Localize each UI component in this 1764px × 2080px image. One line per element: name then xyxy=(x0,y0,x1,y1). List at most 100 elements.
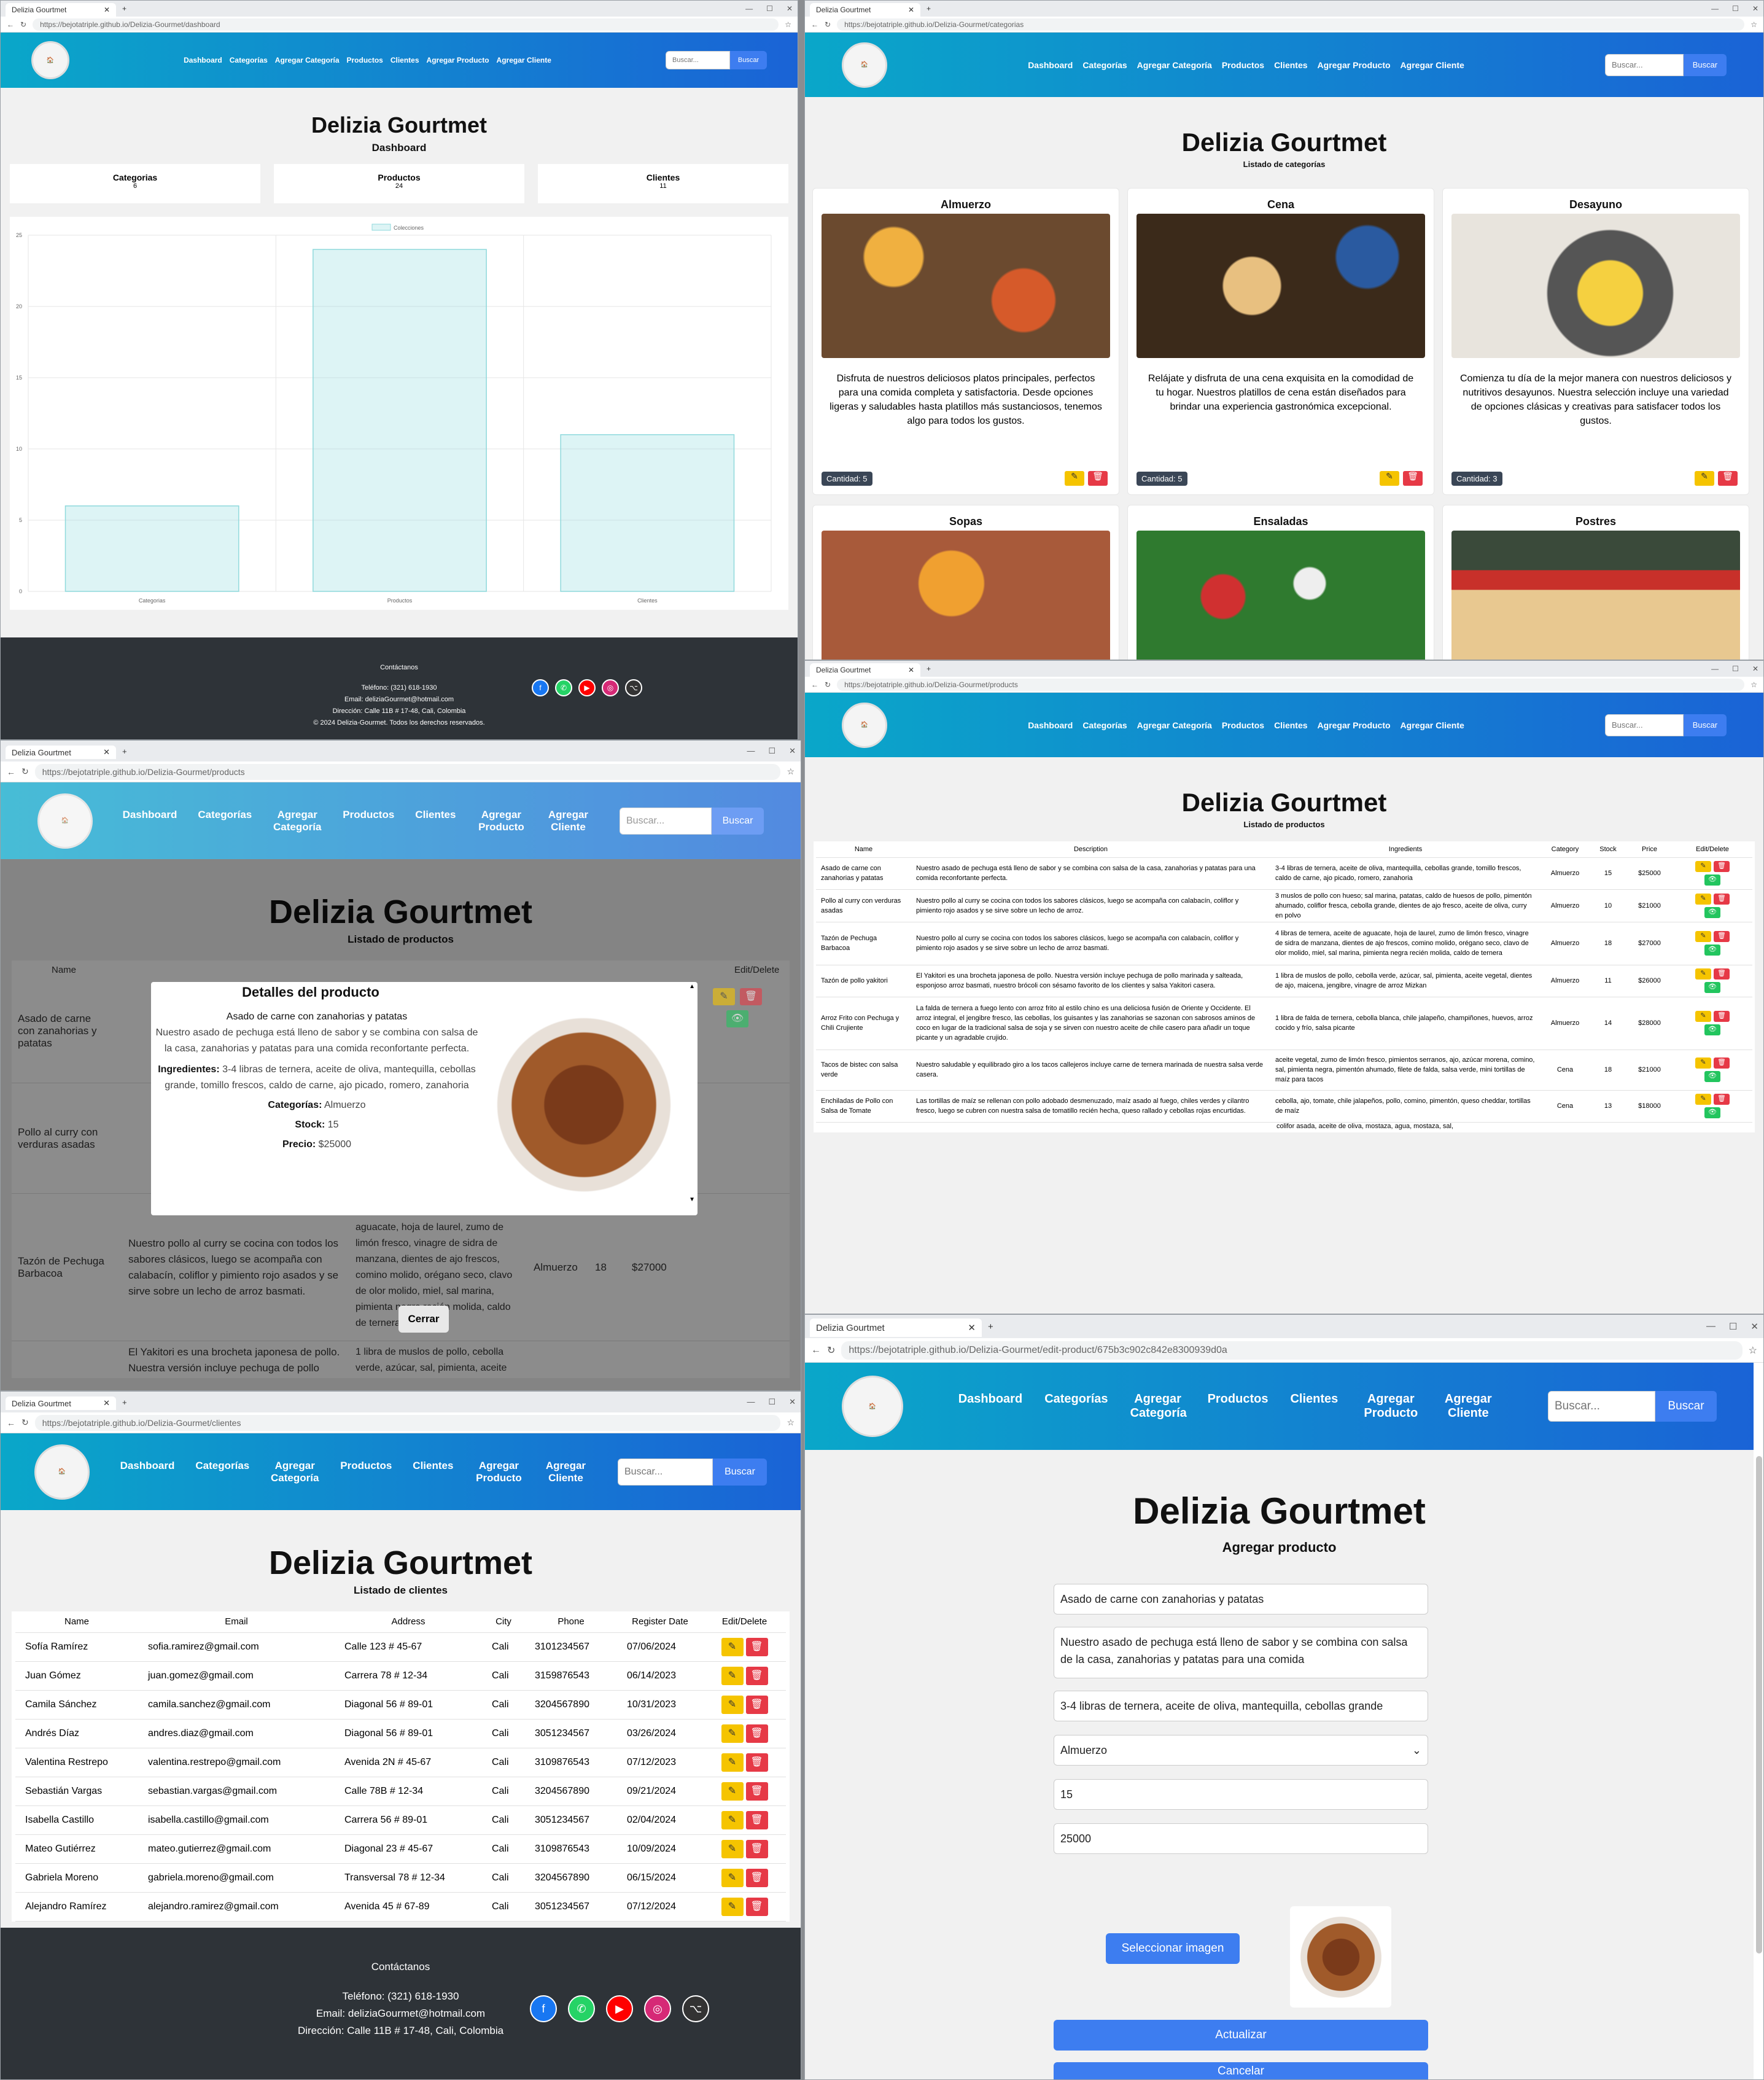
delete-button[interactable]: 🗑 xyxy=(745,1695,768,1714)
browser-tab[interactable]: Delizia Gourtmet ✕ xyxy=(6,3,116,17)
nav-agregar-producto[interactable]: Agregar Producto xyxy=(427,56,489,64)
new-tab-icon[interactable]: + xyxy=(988,1322,993,1332)
delete-button[interactable]: 🗑 xyxy=(745,1839,768,1858)
modal-scroll-up-icon[interactable]: ▲ xyxy=(689,983,695,990)
stock-input[interactable]: 15 xyxy=(1054,1779,1428,1810)
url-field[interactable]: https://bejotatriple.github.io/Delizia-G… xyxy=(841,1341,1743,1360)
whatsapp-icon[interactable]: ✆ xyxy=(568,1995,595,2022)
logo[interactable]: 🏠 xyxy=(37,793,93,849)
delete-button[interactable]: 🗑 xyxy=(1714,1094,1730,1105)
edit-button[interactable]: ✎ xyxy=(721,1839,744,1858)
maximize-icon[interactable]: ☐ xyxy=(768,746,775,756)
edit-button[interactable]: ✎ xyxy=(721,1695,744,1714)
url-field[interactable]: https://bejotatriple.github.io/Delizia-G… xyxy=(837,18,1745,31)
new-tab-icon[interactable]: + xyxy=(927,664,931,673)
edit-button[interactable]: ✎ xyxy=(721,1782,744,1801)
search-button[interactable]: Buscar xyxy=(1655,1391,1717,1422)
youtube-icon[interactable]: ▶ xyxy=(606,1995,633,2022)
facebook-icon[interactable]: f xyxy=(532,679,549,696)
nav-categorias[interactable]: Categorías xyxy=(195,1460,249,1484)
close-window-icon[interactable]: ✕ xyxy=(1752,664,1758,673)
delete-button[interactable]: 🗑 xyxy=(740,988,762,1005)
nav-agregar-cliente[interactable]: Agregar Cliente xyxy=(1401,720,1464,730)
nav-dashboard[interactable]: Dashboard xyxy=(184,56,222,64)
logo[interactable]: 🏠 xyxy=(34,1444,90,1500)
instagram-icon[interactable]: ◎ xyxy=(602,679,619,696)
close-modal-button[interactable]: Cerrar xyxy=(398,1306,449,1333)
nav-agregar-categoria[interactable]: Agregar Categoría xyxy=(1137,720,1212,730)
nav-dashboard[interactable]: Dashboard xyxy=(123,809,177,833)
edit-button[interactable]: ✎ xyxy=(721,1753,744,1772)
delete-button[interactable]: 🗑 xyxy=(1714,1058,1730,1069)
nav-productos[interactable]: Productos xyxy=(1222,720,1264,730)
delete-button[interactable]: 🗑 xyxy=(1714,861,1730,872)
delete-button[interactable]: 🗑 xyxy=(1714,1011,1730,1022)
nav-agregar-cliente[interactable]: Agregar Cliente xyxy=(544,1460,587,1484)
github-icon[interactable]: ⌥ xyxy=(682,1995,709,2022)
delete-button[interactable]: 🗑 xyxy=(745,1637,768,1656)
star-icon[interactable]: ☆ xyxy=(1749,1344,1757,1357)
edit-button[interactable]: ✎ xyxy=(1695,931,1711,942)
maximize-icon[interactable]: ☐ xyxy=(766,4,773,13)
nav-clientes[interactable]: Clientes xyxy=(1274,60,1307,70)
product-ingredients-input[interactable]: 3-4 libras de ternera, aceite de oliva, … xyxy=(1054,1691,1428,1721)
back-icon[interactable]: ← xyxy=(7,20,14,29)
nav-dashboard[interactable]: Dashboard xyxy=(1028,720,1073,730)
delete-button[interactable]: 🗑 xyxy=(745,1724,768,1743)
modal-scroll-down-icon[interactable]: ▼ xyxy=(689,1196,695,1203)
close-icon[interactable]: ✕ xyxy=(908,666,914,674)
nav-clientes[interactable]: Clientes xyxy=(415,809,456,833)
view-button[interactable]: 👁 xyxy=(1704,1107,1720,1118)
scrollbar[interactable] xyxy=(1756,1456,1762,1953)
edit-button[interactable]: ✎ xyxy=(721,1724,744,1743)
nav-clientes[interactable]: Clientes xyxy=(1290,1392,1338,1420)
search-button[interactable]: Buscar xyxy=(712,807,764,835)
view-button[interactable]: 👁 xyxy=(1704,1071,1720,1082)
view-button[interactable]: 👁 xyxy=(1704,945,1720,956)
close-window-icon[interactable]: ✕ xyxy=(1752,4,1758,13)
browser-tab[interactable]: Delizia Gourtmet ✕ xyxy=(810,3,920,17)
update-button[interactable]: Actualizar xyxy=(1054,2020,1428,2051)
delete-button[interactable]: 🗑 xyxy=(745,1666,768,1685)
view-button[interactable]: 👁 xyxy=(1704,906,1720,918)
reload-icon[interactable]: ↻ xyxy=(20,20,26,29)
close-icon[interactable]: ✕ xyxy=(968,1322,976,1333)
new-tab-icon[interactable]: + xyxy=(122,4,126,13)
delete-button[interactable]: 🗑 xyxy=(1403,471,1423,486)
nav-agregar-cliente[interactable]: Agregar Cliente xyxy=(1443,1392,1493,1420)
close-window-icon[interactable]: ✕ xyxy=(789,1397,796,1407)
nav-productos[interactable]: Productos xyxy=(340,1460,392,1484)
delete-button[interactable]: 🗑 xyxy=(1718,471,1738,486)
nav-productos[interactable]: Productos xyxy=(1222,60,1264,70)
new-tab-icon[interactable]: + xyxy=(122,1398,127,1407)
edit-button[interactable]: ✎ xyxy=(1065,471,1084,486)
nav-agregar-cliente[interactable]: Agregar Cliente xyxy=(546,809,589,833)
view-button[interactable]: 👁 xyxy=(1704,1024,1720,1035)
back-icon[interactable]: ← xyxy=(7,1418,15,1428)
select-image-button[interactable]: Seleccionar imagen xyxy=(1106,1933,1240,1964)
edit-button[interactable]: ✎ xyxy=(1695,1094,1711,1105)
edit-button[interactable]: ✎ xyxy=(721,1637,744,1656)
delete-button[interactable]: 🗑 xyxy=(745,1897,768,1916)
view-button[interactable]: 👁 xyxy=(1704,982,1720,993)
minimize-icon[interactable]: — xyxy=(747,1397,755,1407)
search-button[interactable]: Buscar xyxy=(713,1458,767,1486)
reload-icon[interactable]: ↻ xyxy=(21,766,29,777)
nav-agregar-categoria[interactable]: Agregar Categoría xyxy=(270,1460,319,1484)
back-icon[interactable]: ← xyxy=(811,1345,821,1356)
cancel-button[interactable]: Cancelar xyxy=(1054,2062,1428,2079)
view-button[interactable]: 👁 xyxy=(726,1010,748,1027)
minimize-icon[interactable]: — xyxy=(747,746,755,756)
nav-categorias[interactable]: Categorías xyxy=(1082,720,1127,730)
reload-icon[interactable]: ↻ xyxy=(825,680,831,689)
browser-tab[interactable]: Delizia Gourtmet ✕ xyxy=(6,1396,116,1410)
star-icon[interactable]: ☆ xyxy=(1750,680,1757,689)
edit-button[interactable]: ✎ xyxy=(721,1897,744,1916)
back-icon[interactable]: ← xyxy=(811,680,818,689)
search-input[interactable] xyxy=(666,51,730,69)
edit-button[interactable]: ✎ xyxy=(1695,471,1714,486)
nav-clientes[interactable]: Clientes xyxy=(390,56,419,64)
nav-agregar-producto[interactable]: Agregar Producto xyxy=(476,809,526,833)
close-icon[interactable]: ✕ xyxy=(908,6,914,14)
star-icon[interactable]: ☆ xyxy=(1750,20,1757,29)
